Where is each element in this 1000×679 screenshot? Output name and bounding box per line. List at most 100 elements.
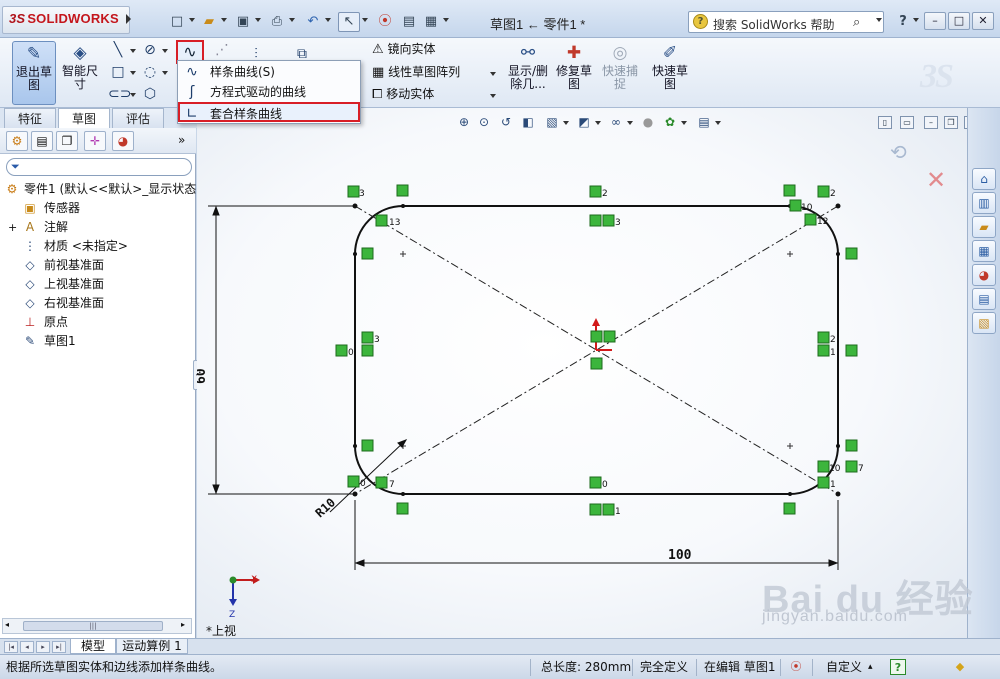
- slot-dropdown-icon[interactable]: [130, 93, 136, 97]
- next-tab-icon[interactable]: ▸: [36, 641, 50, 653]
- file-explorer-icon[interactable]: ▰: [972, 216, 996, 238]
- tree-filter-input[interactable]: ⏷: [6, 158, 192, 176]
- scroll-right-icon[interactable]: ▸: [181, 620, 185, 629]
- configuration-manager-tab-icon[interactable]: ❐: [56, 131, 78, 151]
- tab-features[interactable]: 特征: [4, 108, 56, 128]
- radius-dimension[interactable]: R10: [313, 495, 338, 520]
- new-dropdown-icon[interactable]: [189, 18, 195, 22]
- move-entities-button[interactable]: ⧠ 移动实体: [372, 84, 434, 104]
- relation-tangent[interactable]: [361, 439, 374, 452]
- custom-properties-icon[interactable]: ▤: [972, 288, 996, 310]
- display-delete-relations-button[interactable]: ⚯ 显示/删除几...: [506, 41, 550, 105]
- relation-coincident[interactable]: 3: [361, 331, 380, 345]
- rebuild-status-icon[interactable]: ⦿: [788, 659, 804, 675]
- help-button[interactable]: ?: [892, 12, 914, 32]
- first-tab-icon[interactable]: |◂: [4, 641, 18, 653]
- polygon-icon[interactable]: ⬡: [140, 84, 160, 104]
- tree-item-origin[interactable]: ⊥ 原点: [0, 313, 196, 332]
- dimxpert-tab-icon[interactable]: ✛: [84, 131, 106, 151]
- circle-icon[interactable]: ⊘: [140, 40, 160, 60]
- menu-item-fit-spline[interactable]: ∟ 套合样条曲线: [178, 102, 360, 122]
- tab-evaluate[interactable]: 评估: [112, 108, 164, 128]
- rapid-sketch-button[interactable]: ✐ 快速草图: [650, 41, 690, 105]
- relation-coincident[interactable]: 0: [347, 475, 366, 489]
- display-manager-tab-icon[interactable]: ◕: [112, 131, 134, 151]
- mirror-entities-button[interactable]: ⚠ 镜向实体: [372, 39, 436, 59]
- select-dropdown-icon[interactable]: [362, 18, 368, 22]
- relation-midpoint[interactable]: [590, 357, 603, 370]
- solidworks-menu-button[interactable]: 3S SOLIDWORKS: [2, 6, 130, 34]
- relation-horizontal[interactable]: [589, 214, 602, 227]
- options-dropdown-icon[interactable]: [443, 18, 449, 22]
- options-icon[interactable]: ▦: [420, 12, 442, 32]
- smart-dimension-button[interactable]: ◈ 智能尺寸: [60, 41, 100, 105]
- tree-item-right-plane[interactable]: ◇ 右视基准面: [0, 294, 196, 313]
- expand-icon[interactable]: +: [8, 218, 17, 237]
- relation-tangent[interactable]: [845, 439, 858, 452]
- property-manager-tab-icon[interactable]: ▤: [31, 131, 53, 151]
- relation-tangent[interactable]: [361, 247, 374, 260]
- tree-item-top-plane[interactable]: ◇ 上视基准面: [0, 275, 196, 294]
- expand-pane-icon[interactable]: »: [178, 133, 185, 147]
- last-tab-icon[interactable]: ▸|: [52, 641, 66, 653]
- tree-horizontal-scrollbar[interactable]: ◂ ||| ▸: [2, 618, 192, 634]
- line-icon[interactable]: ╲: [108, 40, 128, 60]
- close-icon[interactable]: ✕: [972, 12, 994, 30]
- width-dimension[interactable]: 100: [668, 548, 692, 563]
- height-dimension[interactable]: 60: [197, 368, 209, 384]
- relation-coincident[interactable]: 2: [589, 185, 608, 199]
- line-dropdown-icon[interactable]: [130, 49, 136, 53]
- repair-sketch-button[interactable]: ✚ 修复草图: [554, 41, 594, 105]
- menu-item-spline[interactable]: ∿ 样条曲线(S): [180, 62, 358, 82]
- scroll-left-icon[interactable]: ◂: [5, 620, 9, 629]
- sketch-fillet-icon[interactable]: ⋰: [212, 40, 232, 60]
- relation-coincident[interactable]: 1: [602, 503, 621, 517]
- relation-equal[interactable]: 7: [845, 460, 864, 474]
- relation-vertical[interactable]: [845, 344, 858, 357]
- tree-item-front-plane[interactable]: ◇ 前视基准面: [0, 256, 196, 275]
- relation-coincident[interactable]: 0: [589, 476, 608, 490]
- relation-tangent[interactable]: [783, 184, 796, 197]
- print-dropdown-icon[interactable]: [289, 18, 295, 22]
- relation-midpoint[interactable]: [603, 330, 616, 343]
- relation-midpoint[interactable]: [590, 330, 603, 343]
- relation-coincident[interactable]: 0: [335, 344, 354, 358]
- menu-expand-icon[interactable]: [126, 14, 131, 24]
- tab-motion-study[interactable]: 运动算例 1: [116, 639, 188, 654]
- search-icon[interactable]: ⌕: [853, 15, 860, 30]
- relation-equal[interactable]: 10: [817, 460, 841, 474]
- status-units[interactable]: 自定义: [826, 655, 862, 679]
- rebuild-traffic-light-icon[interactable]: ⦿: [374, 12, 396, 32]
- rectangle-icon[interactable]: □: [108, 62, 128, 82]
- undo-dropdown-icon[interactable]: [325, 18, 331, 22]
- save-icon[interactable]: ▣: [232, 12, 254, 32]
- relation-tangent[interactable]: [845, 247, 858, 260]
- open-folder-icon[interactable]: ▰: [198, 12, 220, 32]
- toolbox-icon[interactable]: ▧: [972, 312, 996, 334]
- relation-coincident[interactable]: 2: [817, 331, 836, 345]
- maximize-icon[interactable]: □: [948, 12, 970, 30]
- relation-tangent[interactable]: [783, 502, 796, 515]
- open-dropdown-icon[interactable]: [221, 18, 227, 22]
- relation-coincident[interactable]: 1: [817, 344, 836, 358]
- units-menu-icon[interactable]: ▴: [868, 655, 873, 679]
- relation-equal[interactable]: 12: [804, 213, 828, 227]
- relation-equal[interactable]: 7: [375, 476, 395, 490]
- tab-model[interactable]: 模型: [70, 639, 116, 654]
- minimize-icon[interactable]: –: [924, 12, 946, 30]
- exit-sketch-button[interactable]: ✎ 退出草图: [12, 41, 56, 105]
- relation-tangent[interactable]: [396, 502, 409, 515]
- quick-snaps-button[interactable]: ◎ 快速捕捉: [602, 41, 638, 105]
- relation-coincident[interactable]: 2: [817, 185, 836, 199]
- solidworks-resources-icon[interactable]: ⌂: [972, 168, 996, 190]
- feature-manager-tab-icon[interactable]: ⚙: [6, 131, 28, 151]
- move-dropdown-icon[interactable]: [490, 94, 496, 98]
- arc-dropdown-icon[interactable]: [162, 71, 168, 75]
- relation-coincident[interactable]: 3: [347, 185, 365, 199]
- new-document-icon[interactable]: □: [166, 12, 188, 32]
- tree-item-sensors[interactable]: ▣ 传感器: [0, 199, 196, 218]
- tree-item-part[interactable]: ⚙ 零件1 (默认<<默认>_显示状态: [0, 180, 197, 199]
- search-dropdown-icon[interactable]: [876, 18, 882, 22]
- menu-item-equation-curve[interactable]: ʃ 方程式驱动的曲线: [180, 82, 358, 102]
- linear-pattern-button[interactable]: ▦ 线性草图阵列: [372, 62, 460, 82]
